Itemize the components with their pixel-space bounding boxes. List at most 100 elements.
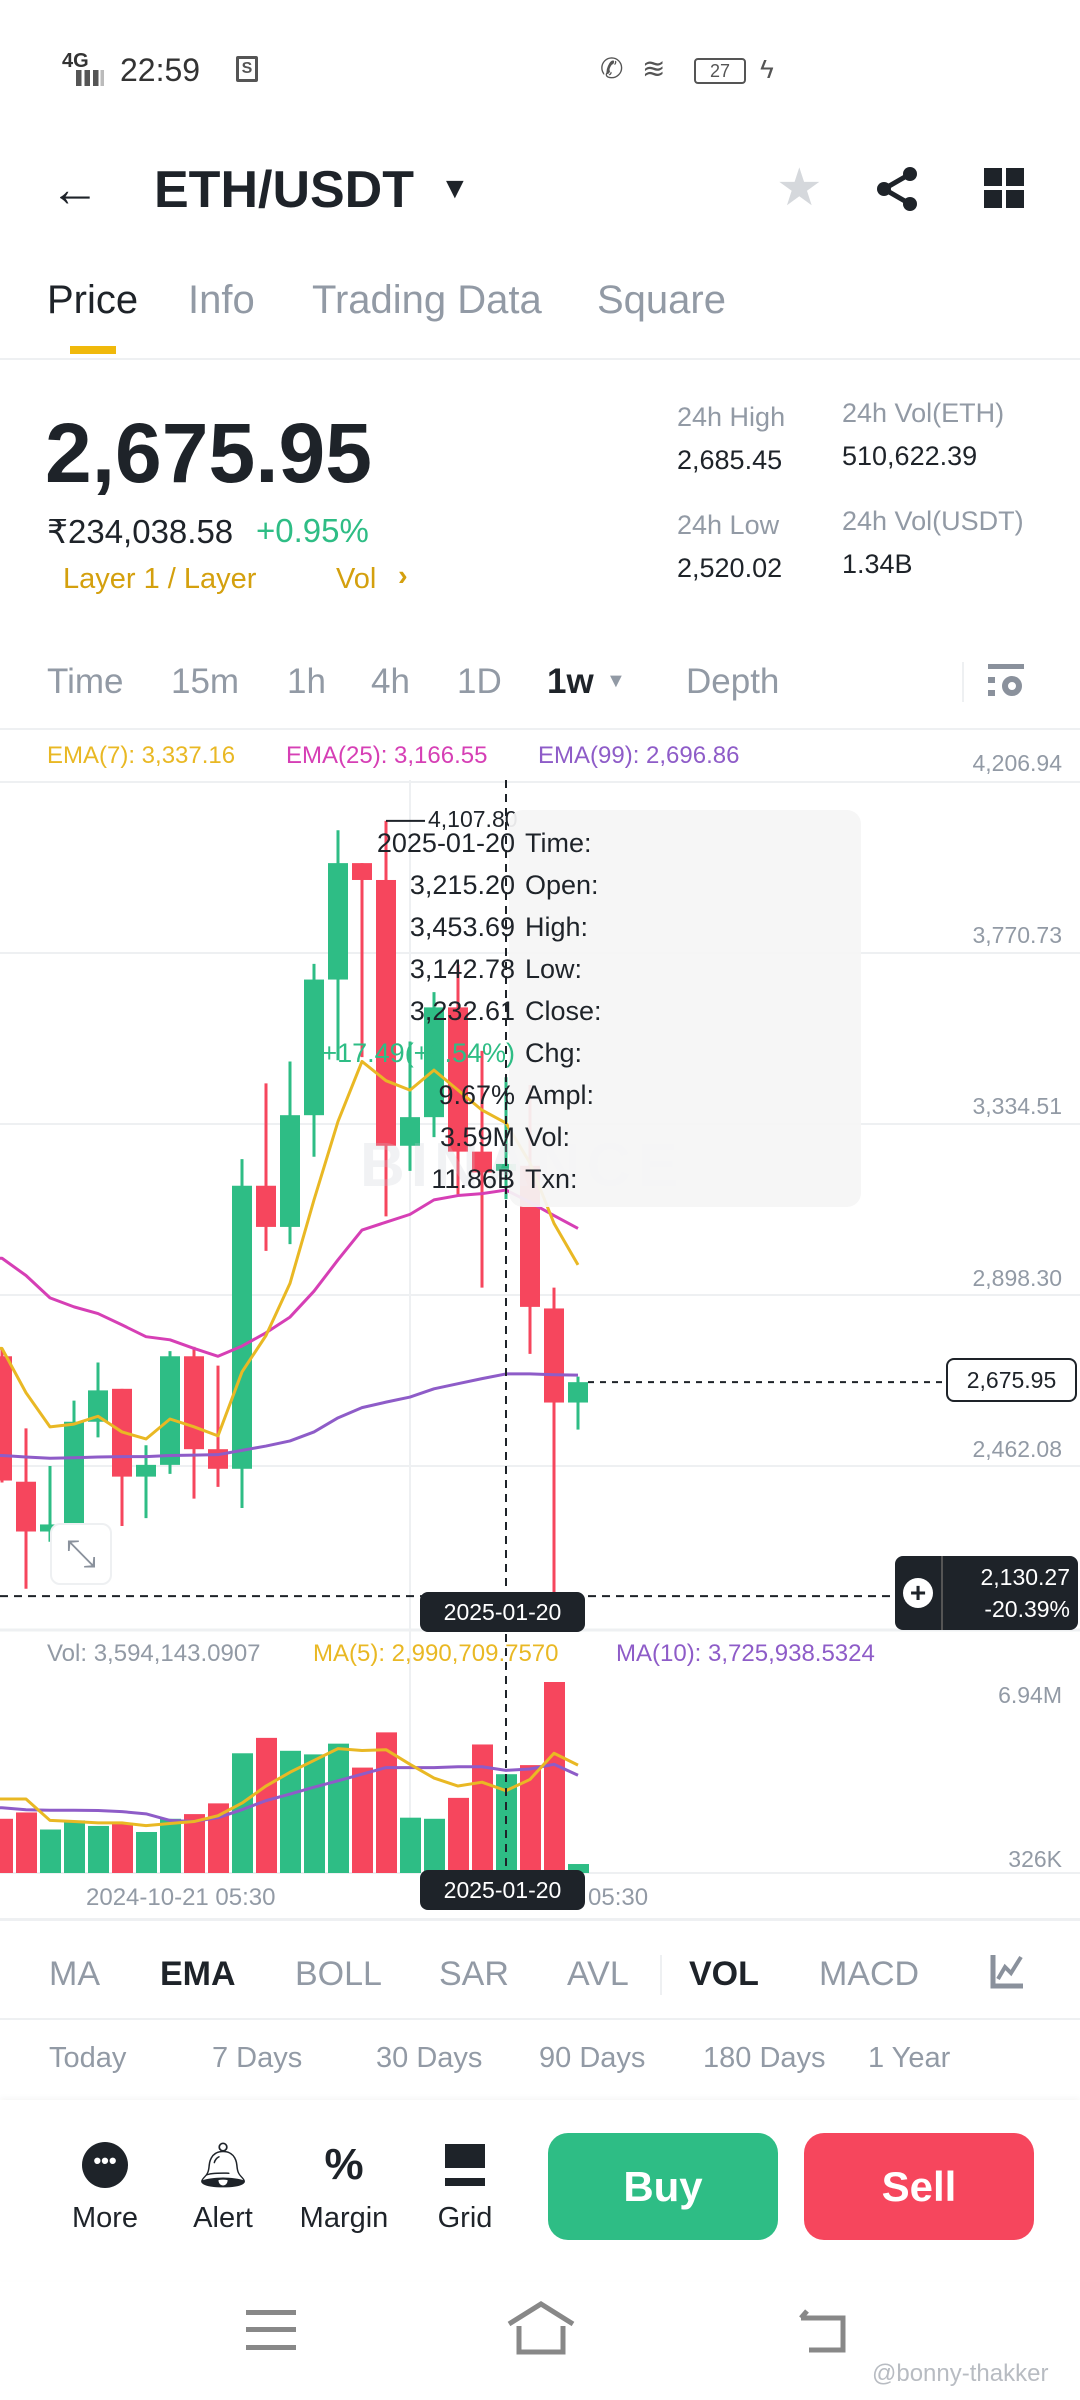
tooltip-label: Time: (525, 828, 592, 858)
expand-chart-button[interactable]: ⤡ (50, 1523, 112, 1585)
price-axis-label: 2,462.08 (972, 1436, 1062, 1462)
indicator-vol[interactable]: VOL (689, 1955, 759, 1994)
divider (660, 1955, 662, 1995)
fiat-price: ₹234,038.58 (47, 513, 234, 550)
credit-watermark: @bonny-thakker (872, 2360, 1049, 2387)
indicator-sar[interactable]: SAR (439, 1955, 509, 1994)
clock: 22:59 (120, 52, 201, 88)
perf-90-days[interactable]: 90 Days (539, 2042, 645, 2075)
divider (0, 358, 1080, 360)
volume-bar (424, 1818, 445, 1873)
stat-label: 24h High (677, 402, 786, 432)
pair-title[interactable]: ETH/USDT (154, 160, 414, 220)
tab-info[interactable]: Info (188, 278, 255, 323)
vol-link[interactable]: Vol (336, 563, 376, 596)
tooltip-label: High: (525, 912, 589, 942)
alert-label[interactable]: Alert (193, 2202, 253, 2235)
grid-label[interactable]: Grid (438, 2202, 493, 2235)
margin-label[interactable]: Margin (300, 2202, 389, 2235)
tooltip-label: Ampl: (525, 1080, 595, 1110)
perf-today[interactable]: Today (49, 2042, 126, 2075)
stat-label: 24h Vol(USDT) (842, 506, 1024, 536)
category-tag[interactable]: Layer 1 / Layer (63, 563, 256, 596)
tooltip-value: 3,215.20 (409, 870, 515, 900)
perf-1-year[interactable]: 1 Year (868, 2042, 950, 2075)
chevron-right-icon[interactable]: › (398, 560, 408, 593)
candle-body (64, 1421, 84, 1525)
indicator-boll[interactable]: BOLL (295, 1955, 382, 1994)
back-button[interactable]: ← (50, 160, 100, 218)
tooltip-value: 3,453.69 (409, 912, 515, 942)
crosshair-price-box[interactable]: + 2,130.27 -20.39% (895, 1556, 1078, 1630)
stat-value: 2,685.45 (677, 445, 783, 475)
home-button[interactable] (505, 2300, 577, 2356)
volume-bar (544, 1682, 565, 1873)
volume-bar (112, 1822, 133, 1873)
interval-dropdown-icon[interactable]: ▼ (606, 670, 626, 693)
volume-bar (352, 1767, 373, 1873)
indicator-settings-icon[interactable] (990, 1953, 1024, 1989)
pair-dropdown-caret-icon[interactable]: ▼ (440, 172, 470, 206)
recent-apps-button[interactable] (246, 2310, 296, 2350)
alert-bell-icon[interactable]: 🔔︎ (195, 2140, 251, 2190)
stat-label: 24h Low (677, 510, 780, 540)
indicator-avl[interactable]: AVL (567, 1955, 629, 1994)
indicator-ma[interactable]: MA (49, 1955, 100, 1994)
interval-1d[interactable]: 1D (457, 662, 502, 702)
candle-body (0, 1356, 12, 1481)
tooltip-value: 3,232.61 (409, 996, 515, 1026)
interval-depth[interactable]: Depth (686, 662, 779, 702)
tooltip-label: Vol: (525, 1122, 571, 1152)
signal-icon (76, 70, 104, 86)
grid-trading-icon[interactable] (440, 2140, 490, 2190)
add-alert-plus-icon[interactable]: + (895, 1556, 943, 1630)
volume-bar (472, 1744, 493, 1873)
tab-square[interactable]: Square (597, 278, 726, 323)
stat-value: 510,622.39 (842, 441, 978, 471)
candle-body (232, 1185, 252, 1469)
more-icon[interactable]: ••• (80, 2140, 130, 2190)
candle-body (352, 863, 372, 880)
interval-1w[interactable]: 1w (547, 662, 594, 702)
vol-axis-label: 6.94M (998, 1682, 1062, 1708)
buy-button[interactable]: Buy (548, 2133, 778, 2240)
screenshot-icon: S (236, 56, 258, 82)
sell-button[interactable]: Sell (804, 2133, 1034, 2240)
crosshair-date-label-bottom: 2025-01-20 (420, 1870, 585, 1910)
perf-7-days[interactable]: 7 Days (212, 2042, 302, 2075)
crosshair-date-label: 2025-01-20 (420, 1592, 585, 1632)
perf-30-days[interactable]: 30 Days (376, 2042, 482, 2075)
candle-body (280, 1115, 300, 1227)
change-percent: +0.95% (256, 512, 369, 549)
perf-180-days[interactable]: 180 Days (703, 2042, 826, 2075)
tooltip-value: 3.59M (439, 1122, 515, 1152)
interval-1h[interactable]: 1h (287, 662, 326, 702)
chart-settings-icon[interactable] (988, 664, 1024, 700)
tab-trading-data[interactable]: Trading Data (312, 278, 542, 323)
tab-price[interactable]: Price (47, 278, 138, 323)
ema99-legend: EMA(99): 2,696.86 (538, 742, 740, 769)
battery-icon: 27 (694, 58, 746, 84)
divider (0, 1918, 1080, 1921)
price-axis-label: 3,770.73 (972, 922, 1062, 948)
interval-4h[interactable]: 4h (371, 662, 410, 702)
tooltip-label: Close: (525, 996, 602, 1026)
favorite-star-icon[interactable]: ★ (776, 158, 823, 218)
volume-bar (88, 1825, 109, 1873)
share-icon[interactable] (874, 166, 920, 212)
tooltip-label: Txn: (525, 1164, 578, 1194)
back-nav-button[interactable] (795, 2308, 851, 2354)
crosshair-percent: -20.39% (984, 1596, 1070, 1622)
layout-grid-icon[interactable] (984, 168, 1024, 208)
interval-time[interactable]: Time (47, 662, 123, 702)
tooltip-label: Open: (525, 870, 599, 900)
crosshair-price: 2,130.27 (980, 1564, 1070, 1590)
wifi-calling-icon: ✆ (600, 53, 624, 84)
indicator-macd[interactable]: MACD (819, 1955, 919, 1994)
interval-15m[interactable]: 15m (171, 662, 239, 702)
candle-body (568, 1382, 588, 1403)
margin-percent-icon[interactable]: % (319, 2140, 369, 2190)
more-label[interactable]: More (72, 2202, 138, 2235)
indicator-ema[interactable]: EMA (160, 1955, 236, 1994)
price-axis-label: 3,334.51 (972, 1093, 1062, 1119)
